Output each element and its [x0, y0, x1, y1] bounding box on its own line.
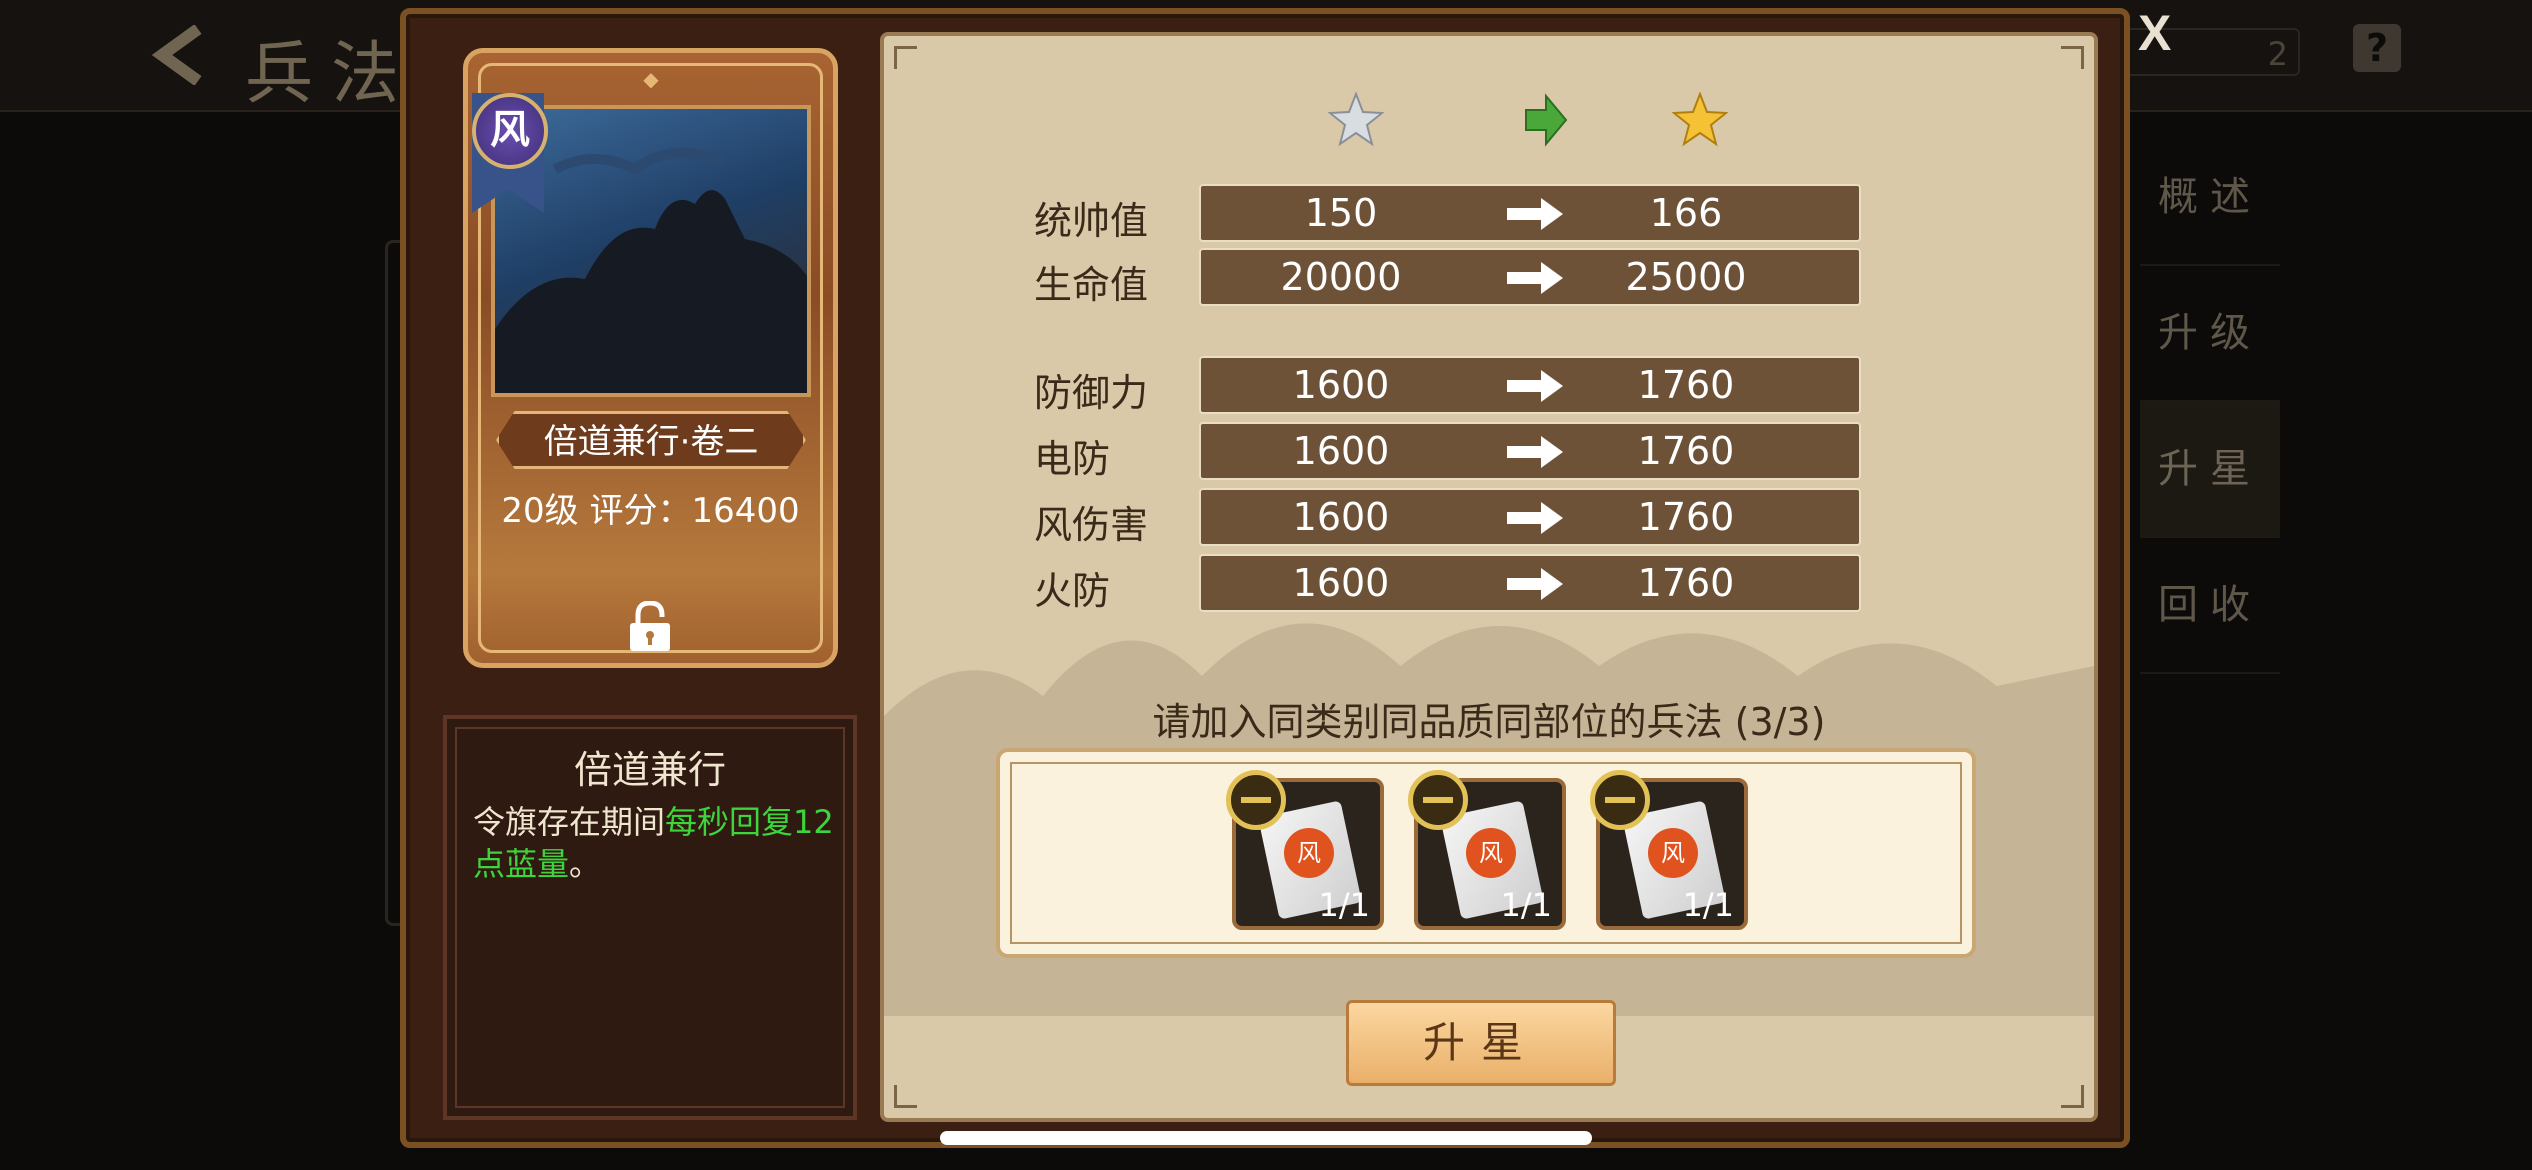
right-arrow-icon [1507, 436, 1563, 468]
stat-old-value: 1600 [1292, 429, 1390, 473]
description-text-start: 令旗存在期间 [473, 803, 666, 841]
stat-new-value: 166 [1649, 191, 1723, 235]
page-title: 兵法 [245, 35, 418, 114]
stat-label-command: 统帅值 [1034, 199, 1149, 243]
card-level-score: 20级 评分：16400 [501, 491, 800, 531]
material-slot[interactable]: 风 1/1 [1590, 770, 1748, 930]
stat-row-wind-damage: 1600 1760 [1199, 488, 1861, 546]
crest-icon: ◆ [643, 67, 659, 91]
stat-old-value: 150 [1304, 191, 1378, 235]
stat-label-defense: 防御力 [1034, 371, 1149, 415]
stat-new-value: 1760 [1637, 363, 1735, 407]
silver-star-icon [1328, 92, 1384, 147]
close-button[interactable]: X [2138, 4, 2171, 62]
side-menu-star-up[interactable]: 升星 [2140, 402, 2280, 538]
stat-new-value: 1760 [1637, 561, 1735, 605]
lock-icon[interactable] [628, 601, 672, 651]
corner-ornament [2061, 1085, 2084, 1108]
gold-star-icon [1672, 92, 1728, 147]
slot-count: 1/1 [1500, 886, 1553, 924]
side-menu-overview[interactable]: 概述 [2140, 130, 2280, 266]
stat-row-command: 150 166 [1199, 184, 1861, 242]
stat-row-electric-defense: 1600 1760 [1199, 422, 1861, 480]
material-slot[interactable]: 风 1/1 [1408, 770, 1566, 930]
star-up-panel: 统帅值 150 166 生命值 20000 25000 防御力 1600 176… [880, 32, 2098, 1122]
stat-row-hp: 20000 25000 [1199, 248, 1861, 306]
stat-label-fire-defense: 火防 [1034, 569, 1111, 613]
stat-new-value: 1760 [1637, 495, 1735, 539]
stat-row-defense: 1600 1760 [1199, 356, 1861, 414]
slot-count: 1/1 [1682, 886, 1735, 924]
card-name: 倍道兼行·卷二 [543, 422, 759, 462]
stat-label-wind-damage: 风伤害 [1034, 503, 1149, 547]
wind-emblem-icon: 风 [1284, 828, 1334, 878]
right-arrow-icon [1507, 370, 1563, 402]
right-arrow-icon [1507, 568, 1563, 600]
corner-ornament [2061, 46, 2084, 69]
help-button[interactable]: ? [2353, 24, 2401, 72]
material-slot[interactable]: 风 1/1 [1226, 770, 1384, 930]
skill-description-panel: 倍道兼行 令旗存在期间每秒回复12点蓝量。 [443, 715, 857, 1120]
remove-minus-icon[interactable] [1408, 770, 1468, 830]
green-arrow-icon [1525, 93, 1568, 147]
star-up-button[interactable]: 升星 [1346, 1000, 1616, 1086]
element-badge: 风 [472, 93, 548, 169]
side-menu-recycle[interactable]: 回收 [2140, 538, 2280, 674]
remove-minus-icon[interactable] [1226, 770, 1286, 830]
stat-old-value: 20000 [1280, 255, 1402, 299]
stat-old-value: 1600 [1292, 495, 1390, 539]
side-menu-upgrade[interactable]: 升级 [2140, 266, 2280, 402]
art-of-war-card: ◆ 风 倍道兼行·卷二 20级 评分：16400 [463, 48, 838, 668]
right-arrow-icon [1507, 198, 1563, 230]
stat-new-value: 1760 [1637, 429, 1735, 473]
back-arrow-icon[interactable] [150, 25, 210, 85]
material-prompt: 请加入同类别同品质同部位的兵法 (3/3) [1152, 700, 1826, 744]
remove-minus-icon[interactable] [1590, 770, 1650, 830]
stat-old-value: 1600 [1292, 363, 1390, 407]
stat-label-electric-defense: 电防 [1034, 437, 1111, 481]
stat-row-fire-defense: 1600 1760 [1199, 554, 1861, 612]
right-arrow-icon [1507, 502, 1563, 534]
description-text-end: 。 [569, 845, 602, 883]
material-slot-area: 风 1/1 风 1/1 风 1/1 [996, 748, 1976, 958]
right-arrow-icon [1507, 262, 1563, 294]
stat-new-value: 25000 [1625, 255, 1747, 299]
slot-count: 1/1 [1318, 886, 1371, 924]
stat-old-value: 1600 [1292, 561, 1390, 605]
skill-description: 令旗存在期间每秒回复12点蓝量。 [473, 801, 843, 885]
skill-title: 倍道兼行 [573, 748, 726, 792]
stat-label-hp: 生命值 [1034, 263, 1149, 307]
wind-emblem-icon: 风 [1648, 828, 1698, 878]
home-indicator[interactable] [940, 1131, 1592, 1145]
wind-emblem-icon: 风 [1466, 828, 1516, 878]
corner-ornament [894, 1085, 917, 1108]
corner-ornament [894, 46, 917, 69]
side-menu: 概述 升级 升星 回收 [2140, 130, 2280, 674]
